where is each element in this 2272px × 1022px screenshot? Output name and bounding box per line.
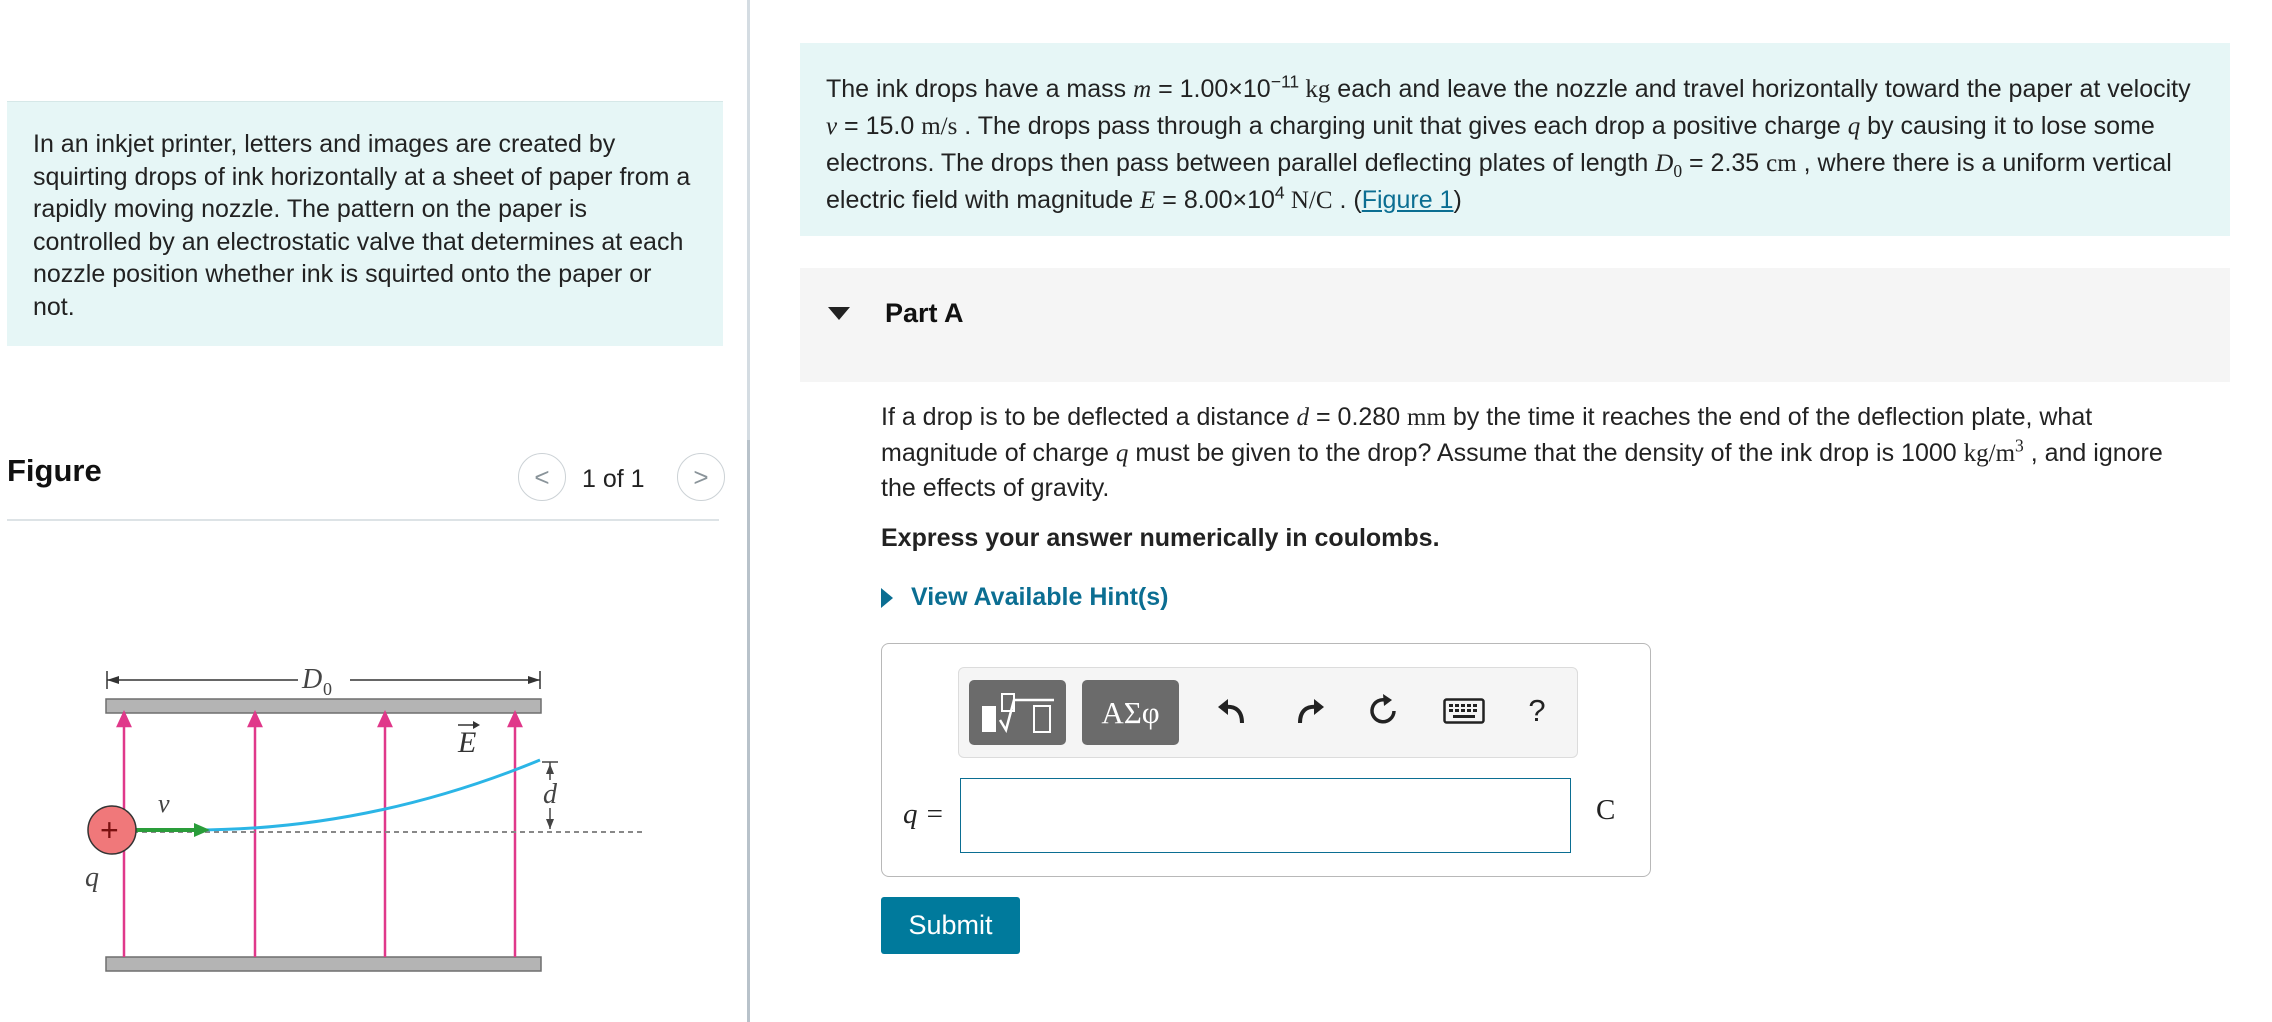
- math-toolbar: ΑΣφ ?: [958, 667, 1578, 758]
- figure-1-link[interactable]: Figure 1: [1362, 186, 1454, 214]
- length-label: D: [301, 664, 322, 695]
- plus-sign: +: [100, 812, 119, 848]
- answer-variable-label: q =: [903, 798, 945, 830]
- undo-icon[interactable]: [1207, 686, 1257, 736]
- intro-text: In an inkjet printer, letters and images…: [33, 130, 691, 321]
- charge-label: q: [85, 862, 99, 893]
- next-figure-button[interactable]: >: [677, 453, 725, 501]
- bottom-plate: [105, 956, 542, 972]
- answer-unit: C: [1596, 794, 1616, 826]
- help-button[interactable]: ?: [1512, 686, 1562, 736]
- redo-icon[interactable]: [1285, 686, 1335, 736]
- inkjet-deflection-diagram: D 0 E d v + q: [85, 662, 645, 972]
- chevron-right-icon: >: [693, 461, 709, 492]
- figure-divider: [7, 519, 719, 521]
- figure-counter: 1 of 1: [582, 465, 645, 493]
- view-hints-label[interactable]: View Available Hint(s): [911, 583, 1168, 612]
- figure-title: Figure: [7, 453, 102, 488]
- answer-input[interactable]: [960, 778, 1571, 853]
- templates-button[interactable]: [969, 680, 1066, 745]
- keyboard-icon[interactable]: [1434, 686, 1494, 736]
- intro-panel: In an inkjet printer, letters and images…: [7, 101, 723, 346]
- length-subscript: 0: [323, 679, 332, 699]
- prev-figure-button[interactable]: <: [518, 453, 566, 501]
- deflection-label: d: [543, 779, 558, 810]
- velocity-label: v: [158, 789, 170, 818]
- view-hints-toggle[interactable]: View Available Hint(s): [881, 583, 1168, 612]
- caret-right-icon: [881, 587, 893, 608]
- reset-icon[interactable]: [1358, 686, 1408, 736]
- submit-button[interactable]: Submit: [881, 897, 1020, 954]
- part-a-question: If a drop is to be deflected a distance …: [881, 403, 2163, 502]
- greek-symbols-button[interactable]: ΑΣφ: [1082, 680, 1179, 745]
- chevron-left-icon: <: [534, 461, 550, 492]
- answer-instruction: Express your answer numerically in coulo…: [881, 524, 1440, 552]
- part-a-header[interactable]: [800, 268, 2230, 382]
- problem-statement: The ink drops have a mass m = 1.00×10−11…: [800, 43, 2230, 236]
- part-a-title[interactable]: Part A: [885, 298, 964, 329]
- field-label: E: [457, 726, 476, 759]
- scrollbar-track[interactable]: [747, 440, 750, 1022]
- top-plate: [105, 698, 542, 714]
- drop-trajectory: [194, 758, 541, 832]
- caret-down-icon[interactable]: [828, 307, 850, 320]
- fraction-root-icon: [981, 692, 1054, 733]
